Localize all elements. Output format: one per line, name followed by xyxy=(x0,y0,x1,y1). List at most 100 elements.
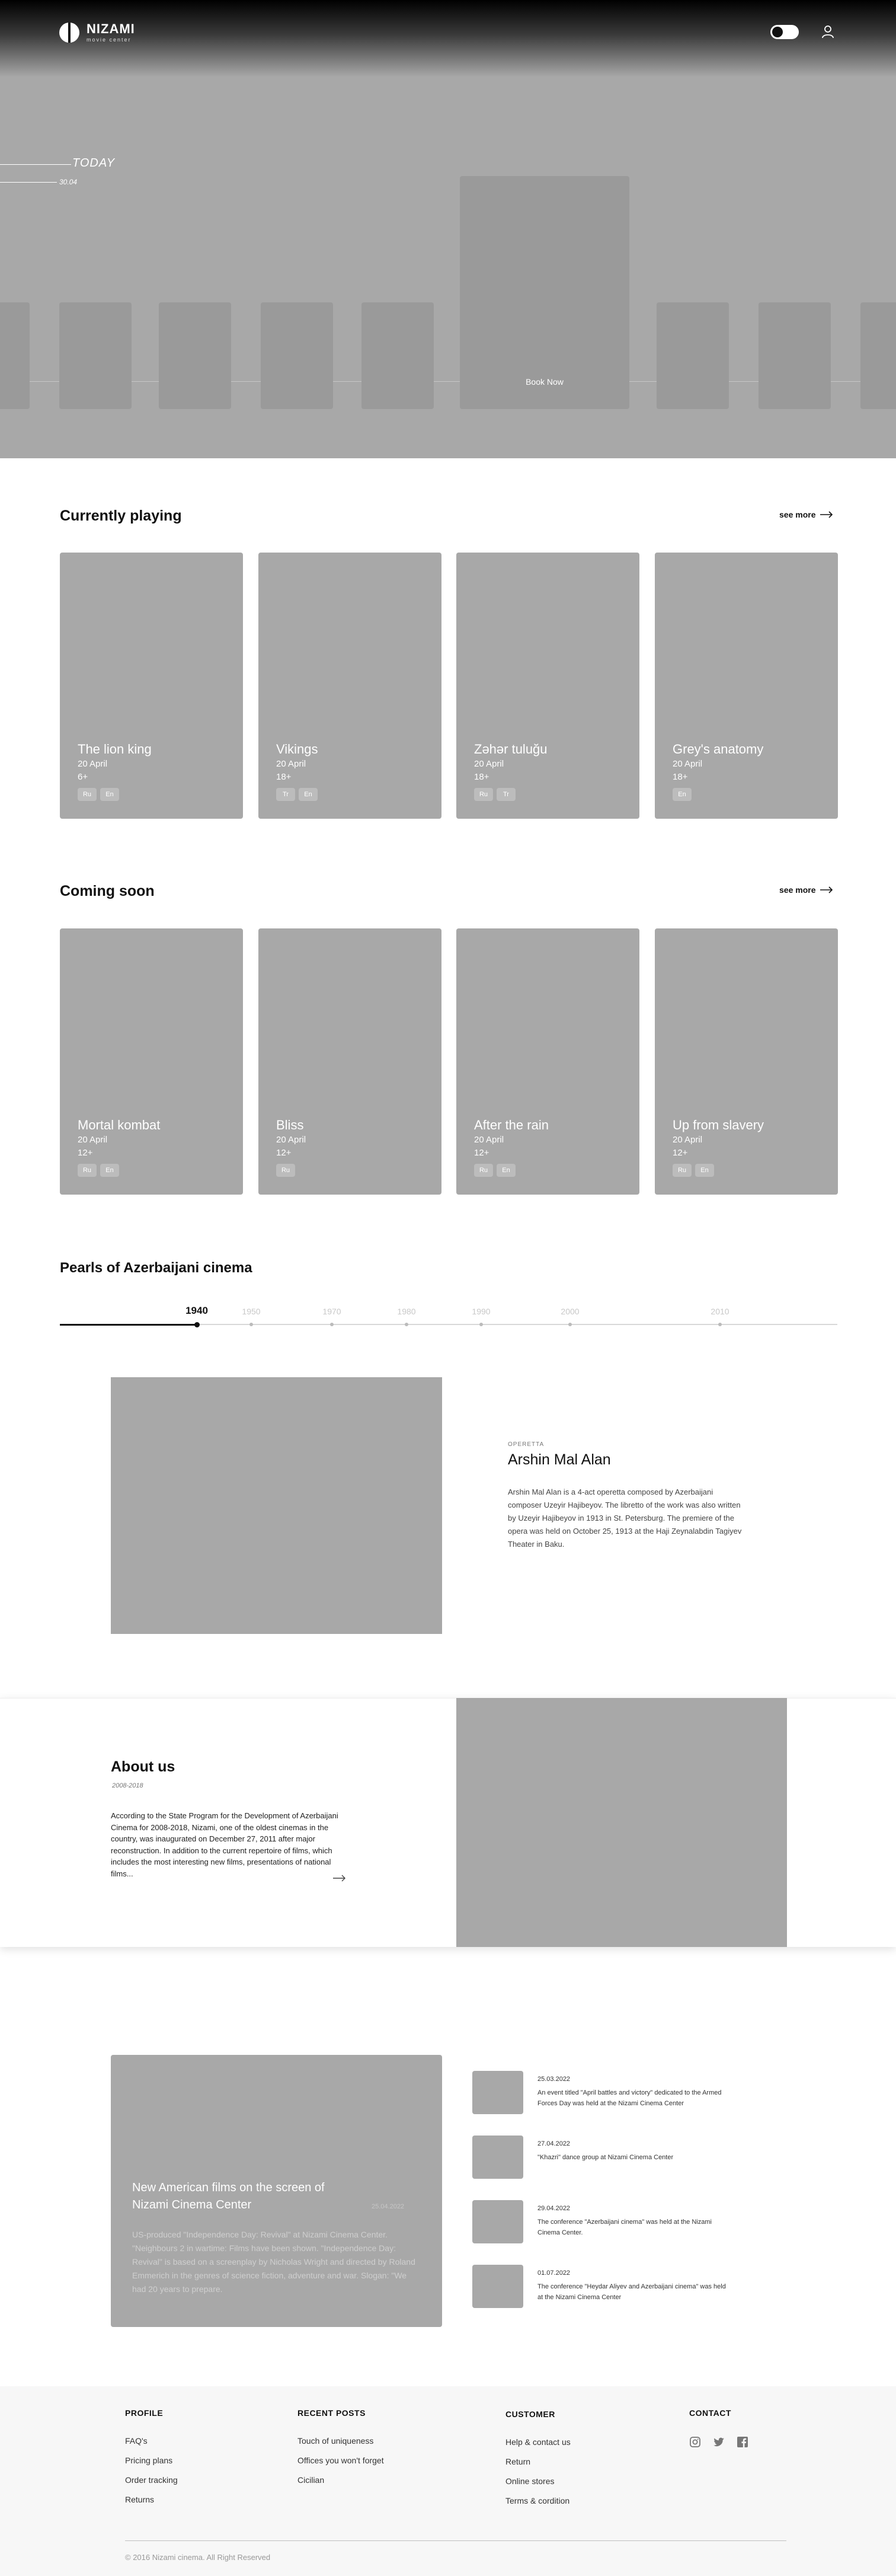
footer-divider xyxy=(125,2540,786,2541)
timeline-tick[interactable] xyxy=(330,1323,334,1326)
language-badge[interactable]: En xyxy=(299,788,318,801)
news-featured-date: 25.04.2022 xyxy=(372,2203,405,2210)
language-badge[interactable]: En xyxy=(100,1164,119,1177)
footer-link-return[interactable]: Return xyxy=(505,2457,571,2467)
footer-link-offices[interactable]: Offices you won't forget xyxy=(297,2456,384,2466)
language-badge[interactable]: Ru xyxy=(474,1164,493,1177)
timeline-year-1980[interactable]: 1980 xyxy=(397,1307,415,1316)
hero-poster[interactable] xyxy=(657,302,729,409)
hero-poster[interactable] xyxy=(0,302,30,409)
hero-poster-featured[interactable] xyxy=(460,176,629,409)
theme-toggle[interactable] xyxy=(770,25,799,39)
news-featured-text: US-produced "Independence Day: Revival" … xyxy=(132,2230,415,2294)
hero-poster[interactable] xyxy=(361,302,434,409)
language-badge[interactable]: En xyxy=(100,788,119,801)
movie-age-rating: 12+ xyxy=(276,1148,292,1158)
movie-card-grey-s-anatomy[interactable]: Grey's anatomy 20 April 18+ En xyxy=(655,553,838,819)
news-date: 25.03.2022 xyxy=(537,2076,571,2083)
twitter-icon[interactable] xyxy=(713,2436,725,2448)
movie-card-mortal-kombat[interactable]: Mortal kombat 20 April 12+ Ru En xyxy=(60,928,243,1195)
timeline-tick[interactable] xyxy=(249,1323,253,1326)
footer-link-online-stores[interactable]: Online stores xyxy=(505,2476,571,2486)
news-item[interactable]: 01.07.2022 The conference "Heydar Aliyev … xyxy=(472,2265,733,2310)
movie-title: The lion king xyxy=(78,742,152,756)
movie-card-up-from-slavery[interactable]: Up from slavery 20 April 12+ Ru En xyxy=(655,928,838,1195)
news-item[interactable]: 25.03.2022 An event titled "April battles… xyxy=(472,2071,733,2116)
language-badge[interactable]: En xyxy=(497,1164,516,1177)
coming-soon-see-more[interactable]: see more xyxy=(779,885,833,895)
hero-poster[interactable] xyxy=(261,302,333,409)
about-text: According to the State Program for the D… xyxy=(111,1811,338,1878)
footer-link-cicilian[interactable]: Cicilian xyxy=(297,2475,384,2485)
hero-poster[interactable] xyxy=(860,302,896,409)
footer-link-order-tracking[interactable]: Order tracking xyxy=(125,2475,178,2485)
movie-languages: Ru En xyxy=(78,788,119,801)
hero-poster[interactable] xyxy=(759,302,831,409)
today-line xyxy=(0,164,71,165)
timeline-year-1950[interactable]: 1950 xyxy=(242,1307,260,1316)
instagram-icon[interactable] xyxy=(689,2436,701,2448)
timeline-year-1990[interactable]: 1990 xyxy=(472,1307,490,1316)
arrow-right-icon xyxy=(820,886,833,893)
movie-title: Mortal kombat xyxy=(78,1118,161,1132)
timeline-year-2010[interactable]: 2010 xyxy=(711,1307,729,1316)
timeline-tick[interactable] xyxy=(405,1323,408,1326)
timeline-year-1970[interactable]: 1970 xyxy=(322,1307,341,1316)
language-badge[interactable]: Tr xyxy=(497,788,516,801)
movie-card-after-the-rain[interactable]: After the rain 20 April 12+ Ru En xyxy=(456,928,639,1195)
hero-poster[interactable] xyxy=(159,302,231,409)
footer-link-faqs[interactable]: FAQ's xyxy=(125,2436,178,2446)
logo-subtitle: movie center xyxy=(87,37,132,43)
arrow-right-icon[interactable] xyxy=(333,1875,346,1882)
movie-languages: Ru xyxy=(276,1164,295,1177)
movie-card-z-h-r-tulu-u[interactable]: Zəhər tuluğu 20 April 18+ Ru Tr xyxy=(456,553,639,819)
hero-poster[interactable] xyxy=(59,302,132,409)
movie-card-the-lion-king[interactable]: The lion king 20 April 6+ Ru En xyxy=(60,553,243,819)
footer-link-pricing-plans[interactable]: Pricing plans xyxy=(125,2456,178,2466)
pearls-timeline-progress xyxy=(60,1324,197,1326)
user-icon[interactable] xyxy=(821,25,834,39)
pearls-title: Pearls of Azerbaijani cinema xyxy=(60,1260,252,1276)
footer-link-terms[interactable]: Terms & cordition xyxy=(505,2496,571,2506)
news-item[interactable]: 29.04.2022 The conference "Azerbaijani ci… xyxy=(472,2200,733,2245)
movie-card-bliss[interactable]: Bliss 20 April 12+ Ru xyxy=(258,928,441,1195)
about-image xyxy=(456,1698,787,1947)
timeline-year-2000[interactable]: 2000 xyxy=(561,1307,579,1316)
language-badge[interactable]: En xyxy=(695,1164,714,1177)
footer-link-help-contact[interactable]: Help & contact us xyxy=(505,2437,571,2447)
footer-heading: CUSTOMER xyxy=(505,2409,555,2419)
currently-playing-see-more[interactable]: see more xyxy=(779,510,833,519)
movie-card-vikings[interactable]: Vikings 20 April 18+ Tr En xyxy=(258,553,441,819)
news-text: The conference "Azerbaijani cinema" was … xyxy=(537,2219,712,2236)
news-date: 29.04.2022 xyxy=(537,2205,571,2212)
footer-link-touch-of-uniqueness[interactable]: Touch of uniqueness xyxy=(297,2436,384,2446)
language-badge[interactable]: Ru xyxy=(276,1164,295,1177)
facebook-icon[interactable] xyxy=(737,2436,748,2448)
movie-languages: Ru Tr xyxy=(474,788,516,801)
language-badge[interactable]: Ru xyxy=(673,1164,692,1177)
timeline-tick[interactable] xyxy=(718,1323,722,1326)
language-badge[interactable]: Ru xyxy=(78,1164,97,1177)
language-badge[interactable]: Tr xyxy=(276,788,295,801)
movie-title: Up from slavery xyxy=(673,1118,764,1132)
movie-languages: En xyxy=(673,788,692,801)
logo[interactable]: NIZAMI movie center xyxy=(59,23,135,43)
timeline-tick[interactable] xyxy=(568,1323,572,1326)
footer-heading: PROFILE xyxy=(125,2408,164,2418)
footer-link-returns[interactable]: Returns xyxy=(125,2495,178,2505)
movie-age-rating: 12+ xyxy=(673,1148,688,1158)
pearl-image xyxy=(111,1377,442,1634)
news-featured-card[interactable]: New American films on the screen of Niza… xyxy=(111,2055,442,2327)
timeline-tick[interactable] xyxy=(479,1323,483,1326)
timeline-year-1940[interactable]: 1940 xyxy=(185,1305,208,1317)
timeline-tick[interactable] xyxy=(194,1322,200,1327)
news-date: 01.07.2022 xyxy=(537,2269,571,2277)
language-badge[interactable]: Ru xyxy=(78,788,97,801)
language-badge[interactable]: En xyxy=(673,788,692,801)
news-featured-title: New American films on the screen of Niza… xyxy=(132,2181,325,2211)
book-now-button[interactable]: Book Now xyxy=(460,377,629,387)
movie-age-rating: 6+ xyxy=(78,772,88,782)
movie-languages: Ru En xyxy=(474,1164,516,1177)
language-badge[interactable]: Ru xyxy=(474,788,493,801)
news-item[interactable]: 27.04.2022 "Khazri" dance group at Nizami… xyxy=(472,2136,733,2181)
